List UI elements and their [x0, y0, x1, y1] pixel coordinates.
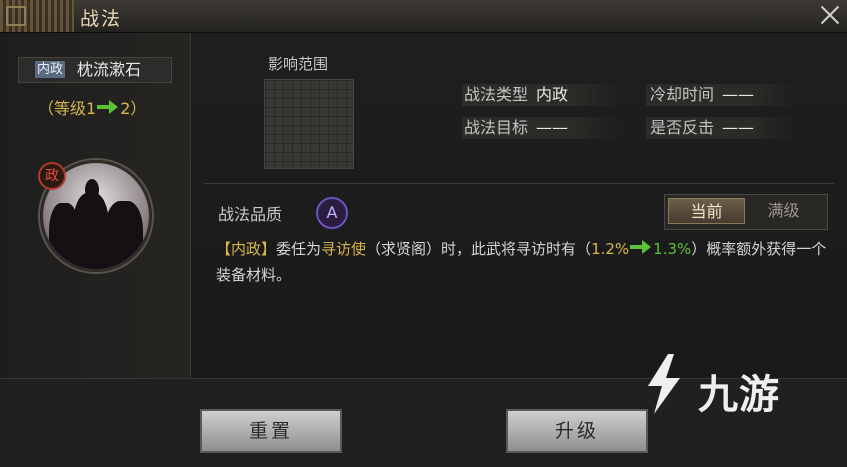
skill-description: 【内政】委任为寻访使（求贤阁）时，此武将寻访时有（1.2% 1.3%）概率额外获得…: [216, 236, 830, 288]
level-view-toggle: 当前 满级: [664, 194, 828, 230]
stat-value: ——: [722, 85, 755, 104]
quality-grade-icon: A: [316, 197, 348, 229]
governance-badge-icon: 政: [38, 162, 66, 190]
section-divider: [204, 183, 834, 184]
skill-name: 枕流漱石: [77, 60, 142, 79]
stat-key: 战法类型: [464, 85, 529, 104]
tab-max-level[interactable]: 满级: [745, 198, 822, 224]
logo-mark-icon: [648, 354, 680, 414]
stat-target: 战法目标 ——: [464, 117, 568, 139]
portrait-figure: [85, 179, 99, 201]
window-title: 战法: [80, 8, 123, 30]
portrait-figure: [105, 201, 143, 269]
close-icon[interactable]: [817, 2, 843, 28]
stat-value: ——: [536, 118, 569, 137]
upgrade-button[interactable]: 升级: [506, 409, 648, 453]
title-bar: 战法: [0, 0, 847, 33]
level-prefix: （等级: [38, 99, 87, 118]
stat-cooldown: 冷却时间 ——: [650, 84, 754, 106]
level-suffix: ）: [130, 99, 147, 118]
title-ornament: [0, 0, 74, 32]
arrow-right-icon: [630, 240, 652, 254]
skill-level: （等级1 2）: [38, 95, 146, 119]
reset-button[interactable]: 重置: [200, 409, 342, 453]
stat-key: 是否反击: [650, 118, 715, 137]
description-tag: 【内政】: [216, 240, 277, 258]
portrait-figure: [73, 193, 109, 269]
description-highlight: 寻访使: [321, 240, 367, 258]
rate-current: 1.2%: [591, 240, 630, 258]
range-grid: [264, 79, 354, 169]
level-current: 1: [86, 99, 97, 118]
description-text: 委任为: [276, 240, 322, 258]
watermark-text: 九游: [698, 372, 780, 418]
skill-type-tag: 内政: [35, 61, 66, 78]
stat-key: 战法目标: [464, 118, 529, 137]
arrow-right-icon: [97, 100, 119, 114]
description-text: （求贤阁）时，此武将寻访时有（: [366, 240, 592, 258]
range-label: 影响范围: [268, 55, 329, 73]
quality-label: 战法品质: [218, 205, 283, 224]
stat-value: 内政: [536, 85, 569, 104]
watermark-logo: 九游: [642, 352, 822, 418]
stat-skill-type: 战法类型 内政: [464, 84, 568, 106]
tab-current[interactable]: 当前: [668, 198, 745, 224]
skill-name-box: 内政 枕流漱石: [18, 57, 172, 83]
skill-summary-panel: 内政 枕流漱石 （等级1 2） 政: [0, 33, 191, 378]
stat-value: ——: [722, 118, 755, 137]
rate-next: 1.3%: [653, 240, 692, 258]
level-next: 2: [120, 99, 131, 118]
stat-counter: 是否反击 ——: [650, 117, 754, 139]
stat-key: 冷却时间: [650, 85, 715, 104]
skill-dialog: 战法 内政 枕流漱石 （等级1 2） 政 影响范围 战法类型 内政 冷却时间 —— 战…: [0, 0, 847, 467]
